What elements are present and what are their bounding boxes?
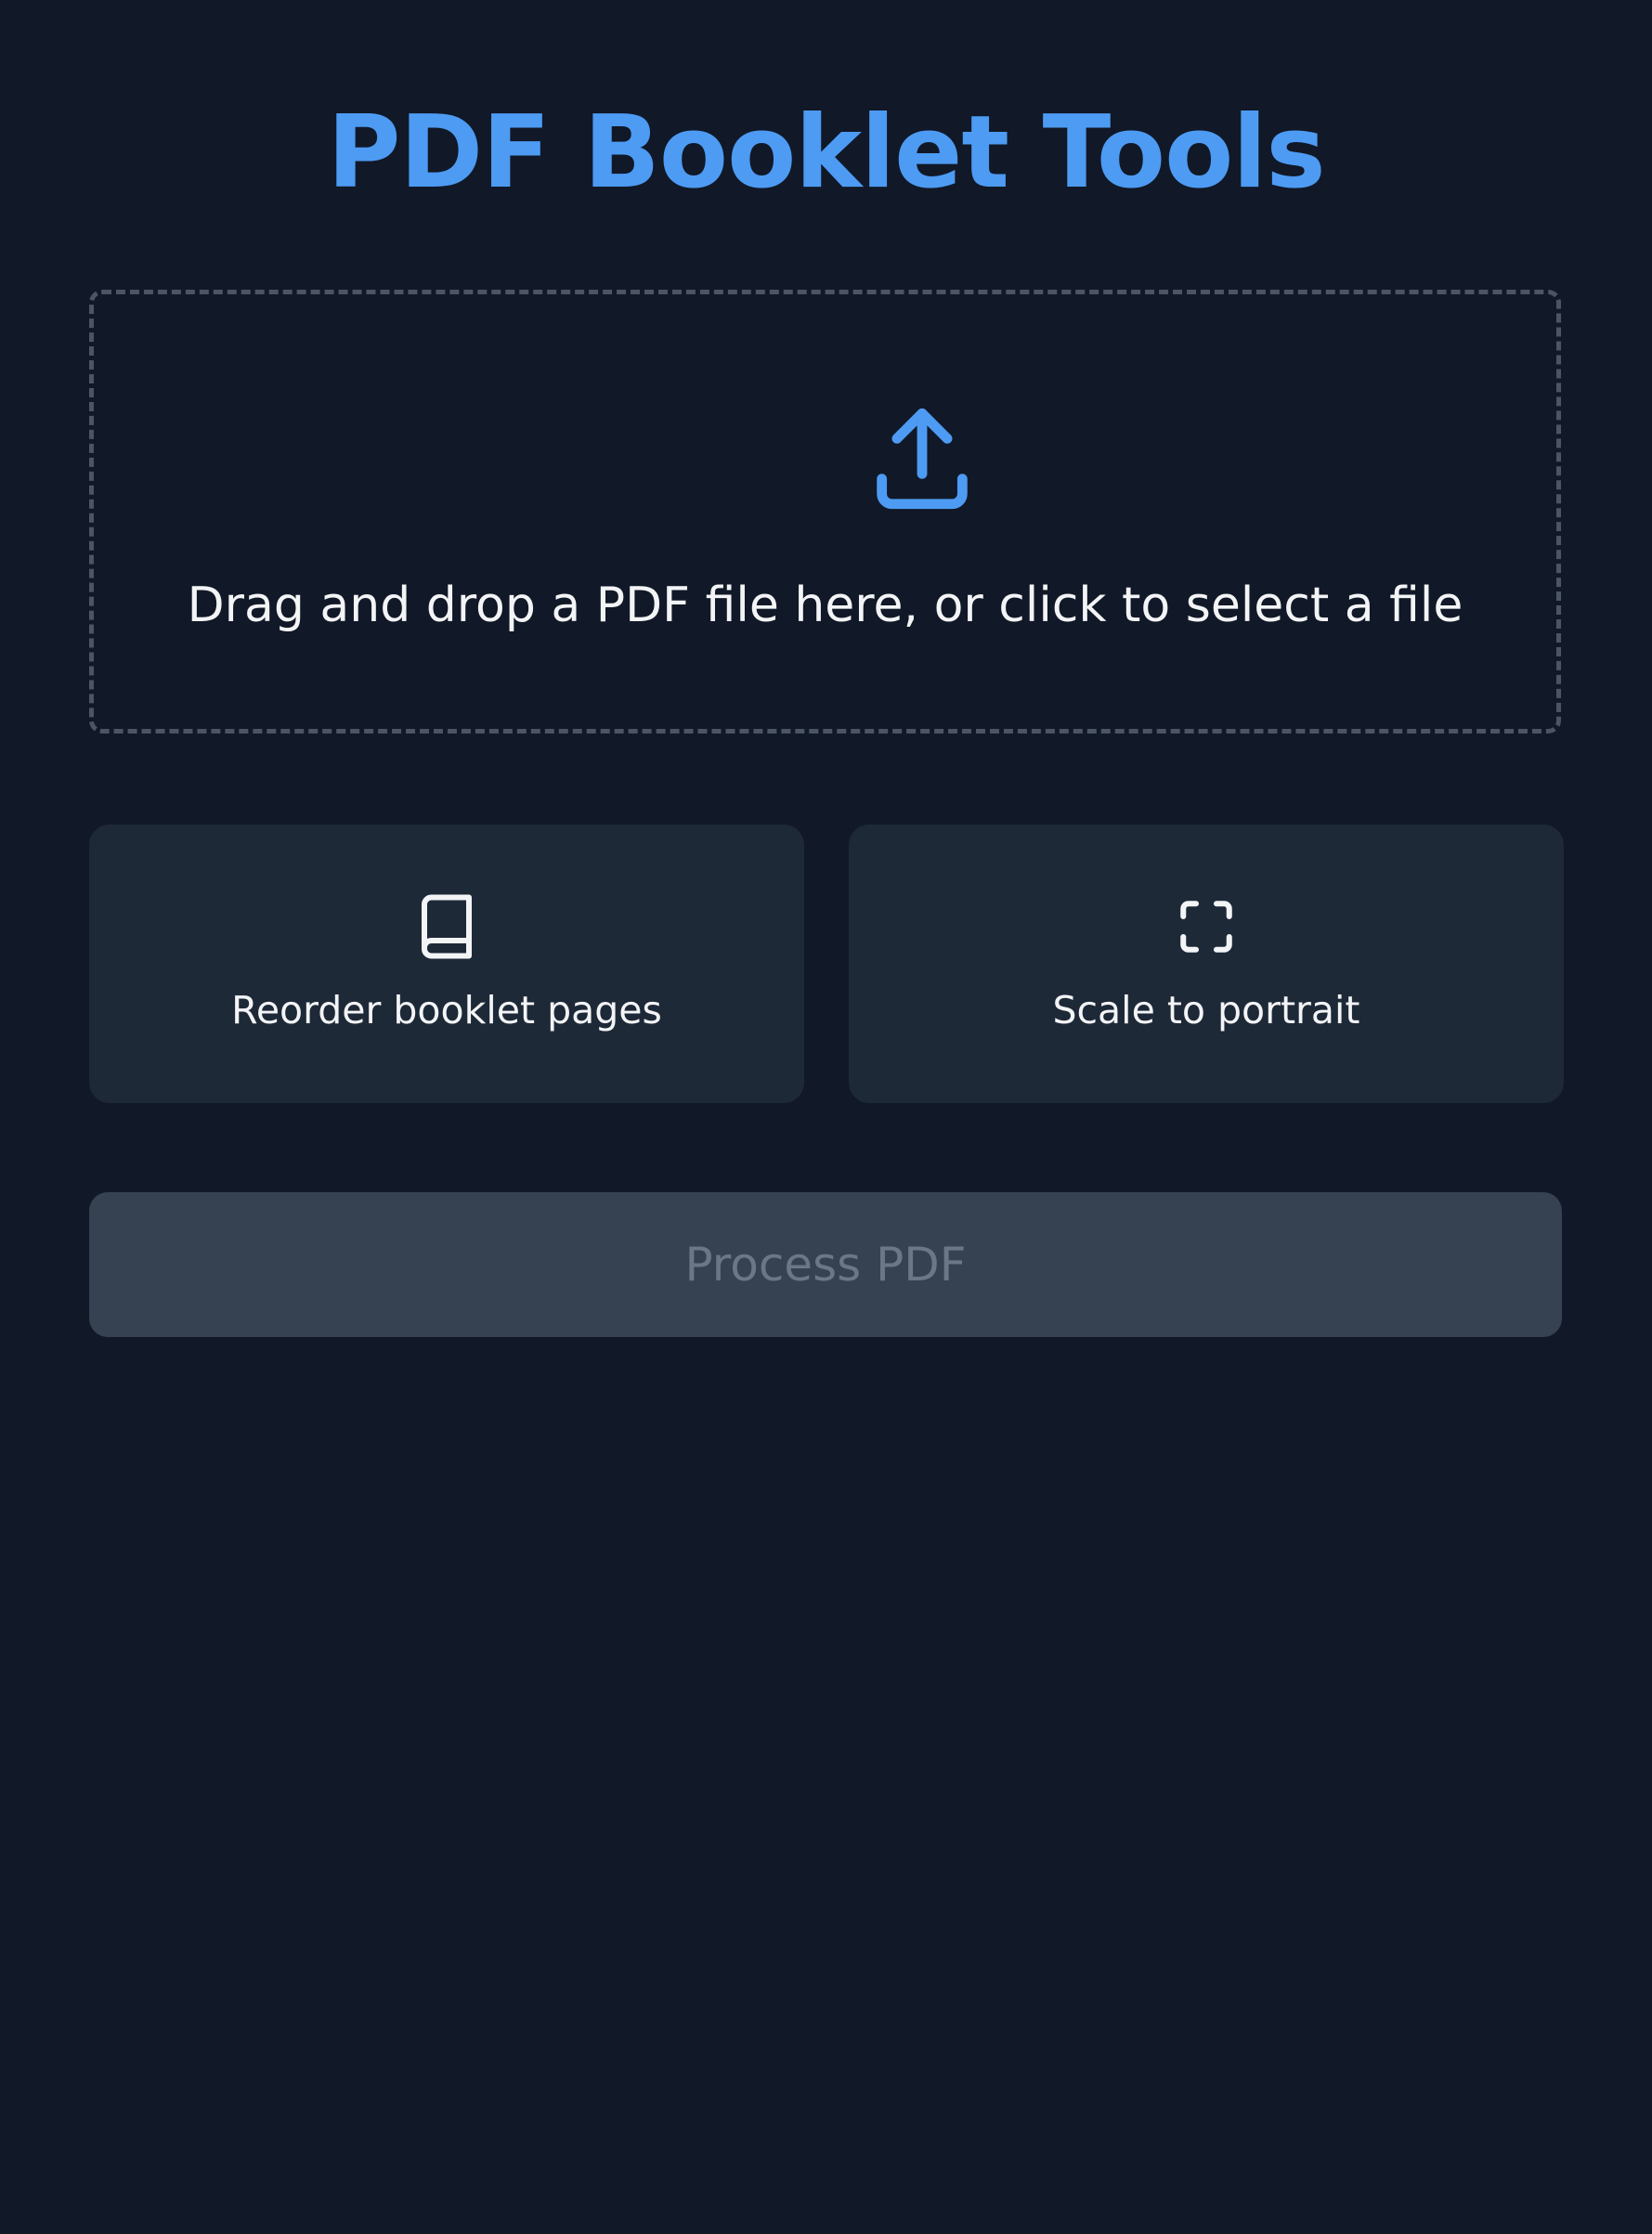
dropzone-instructions: Drag and drop a PDF file here, or click … [187,578,1463,633]
file-dropzone[interactable]: Drag and drop a PDF file here, or click … [89,290,1561,734]
fullscreen-icon [1180,901,1232,953]
process-pdf-button[interactable]: Process PDF [89,1192,1562,1337]
scale-portrait-label: Scale to portrait [1052,988,1360,1033]
scale-portrait-option[interactable]: Scale to portrait [849,825,1564,1103]
page-title: PDF Booklet Tools [327,95,1325,211]
reorder-booklet-option[interactable]: Reorder booklet pages [89,825,804,1103]
reorder-booklet-label: Reorder booklet pages [231,988,662,1033]
app-page: PDF Booklet Tools Drag and drop a PDF fi… [0,0,1652,2234]
upload-icon [877,408,968,510]
book-icon [422,894,472,959]
